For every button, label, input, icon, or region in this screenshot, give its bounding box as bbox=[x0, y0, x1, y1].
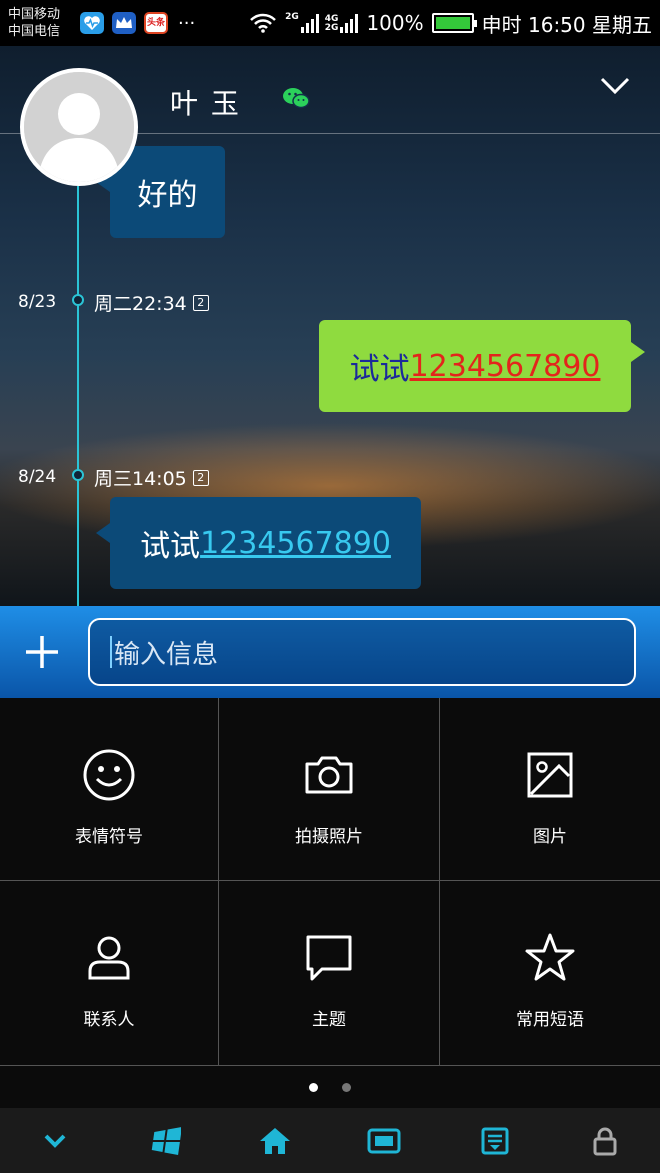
lock-icon[interactable] bbox=[585, 1121, 625, 1161]
wechat-icon bbox=[283, 88, 310, 109]
contact-name[interactable]: 叶 玉 bbox=[170, 82, 241, 122]
message-input-placeholder: 输入信息 bbox=[114, 639, 219, 670]
panel-item-label: 图片 bbox=[533, 827, 567, 847]
message-text: 好的 bbox=[137, 178, 198, 213]
home-icon[interactable] bbox=[255, 1121, 295, 1161]
wifi-icon bbox=[250, 13, 277, 33]
carrier-info: 中国移动 中国电信 bbox=[8, 6, 74, 40]
signal-icon: 2G 4G 2G bbox=[285, 12, 359, 33]
phone-number-link[interactable]: 1234567890 bbox=[410, 349, 601, 384]
message-time-text: 周二22:34 bbox=[94, 293, 187, 315]
message-date: 8/23 bbox=[18, 292, 57, 312]
more-icon: ··· bbox=[178, 12, 196, 34]
person-silhouette-icon bbox=[24, 72, 134, 182]
timeline-dot bbox=[72, 469, 84, 481]
message-text-prefix: 试试 bbox=[349, 352, 410, 387]
status-bar: 中国移动 中国电信 头条 ··· 2G 4G 2G 100% 申时 16:50 … bbox=[0, 0, 660, 46]
panel-item-label: 表情符号 bbox=[75, 827, 143, 847]
battery-percent: 100% bbox=[366, 11, 424, 35]
toutiao-icon: 头条 bbox=[144, 12, 168, 34]
timeline-dot bbox=[72, 294, 84, 306]
page-dot[interactable] bbox=[342, 1082, 351, 1092]
panel-item-contact[interactable]: 联系人 bbox=[0, 881, 219, 1066]
star-icon bbox=[525, 933, 575, 981]
message-time: 周三14:05 2 bbox=[94, 464, 209, 491]
camera-icon bbox=[305, 756, 353, 794]
panel-item-label: 拍摄照片 bbox=[295, 827, 363, 847]
contact-avatar[interactable] bbox=[20, 68, 138, 186]
network-1: 2G bbox=[285, 12, 299, 22]
message-bubble-outgoing[interactable]: 试试 1234567890 bbox=[319, 320, 645, 412]
page-dot-active[interactable] bbox=[309, 1082, 318, 1092]
exit-icon[interactable] bbox=[365, 1121, 405, 1161]
carrier-2: 中国电信 bbox=[8, 24, 61, 39]
collapse-chevron-icon[interactable] bbox=[600, 76, 630, 96]
attachment-panel: 表情符号 拍摄照片 图片 联系人 主题 常用短语 bbox=[0, 698, 660, 1066]
message-date: 8/24 bbox=[18, 467, 57, 487]
panel-item-picture[interactable]: 图片 bbox=[440, 698, 660, 881]
compose-bar: 输入信息 bbox=[0, 606, 660, 698]
picture-icon bbox=[527, 752, 573, 798]
message-input[interactable]: 输入信息 bbox=[88, 618, 636, 686]
toutiao-label: 头条 bbox=[146, 17, 165, 28]
sim-badge: 2 bbox=[192, 294, 209, 311]
chevron-down-icon[interactable] bbox=[35, 1121, 75, 1161]
network-2b: 2G bbox=[324, 23, 339, 33]
panel-pager bbox=[0, 1066, 660, 1108]
panel-item-theme[interactable]: 主题 bbox=[219, 881, 440, 1066]
panel-item-camera[interactable]: 拍摄照片 bbox=[219, 698, 440, 881]
attach-plus-icon[interactable] bbox=[22, 632, 62, 672]
timeline-line bbox=[77, 186, 79, 606]
conversation-view[interactable]: 叶 玉 好的 8/23 周二22:34 2 试试1234567890 8/24 bbox=[0, 46, 660, 606]
windows-icon[interactable] bbox=[145, 1121, 185, 1161]
notification-icon[interactable] bbox=[475, 1121, 515, 1161]
message-time: 周二22:34 2 bbox=[94, 289, 209, 316]
panel-item-phrases[interactable]: 常用短语 bbox=[440, 881, 660, 1066]
sim-badge: 2 bbox=[192, 469, 209, 486]
text-caret bbox=[110, 636, 112, 668]
panel-item-label: 联系人 bbox=[83, 1010, 135, 1030]
person-icon bbox=[88, 936, 130, 980]
message-time-text: 周三14:05 bbox=[94, 468, 187, 490]
navigation-bar bbox=[0, 1108, 660, 1173]
smiley-icon bbox=[83, 749, 135, 801]
clock: 申时 16:50 星期五 bbox=[481, 12, 652, 37]
panel-item-label: 常用短语 bbox=[516, 1010, 584, 1030]
battery-icon bbox=[431, 13, 477, 33]
phone-number-link[interactable]: 1234567890 bbox=[200, 526, 391, 561]
panel-item-label: 主题 bbox=[312, 1010, 346, 1030]
health-icon bbox=[80, 12, 104, 34]
crown-icon bbox=[112, 12, 136, 34]
carrier-1: 中国移动 bbox=[8, 7, 61, 22]
panel-item-emoji[interactable]: 表情符号 bbox=[0, 698, 219, 881]
message-bubble-incoming[interactable]: 试试 1234567890 bbox=[96, 497, 421, 589]
chat-bubble-icon bbox=[306, 935, 352, 981]
message-text-prefix: 试试 bbox=[140, 529, 201, 564]
